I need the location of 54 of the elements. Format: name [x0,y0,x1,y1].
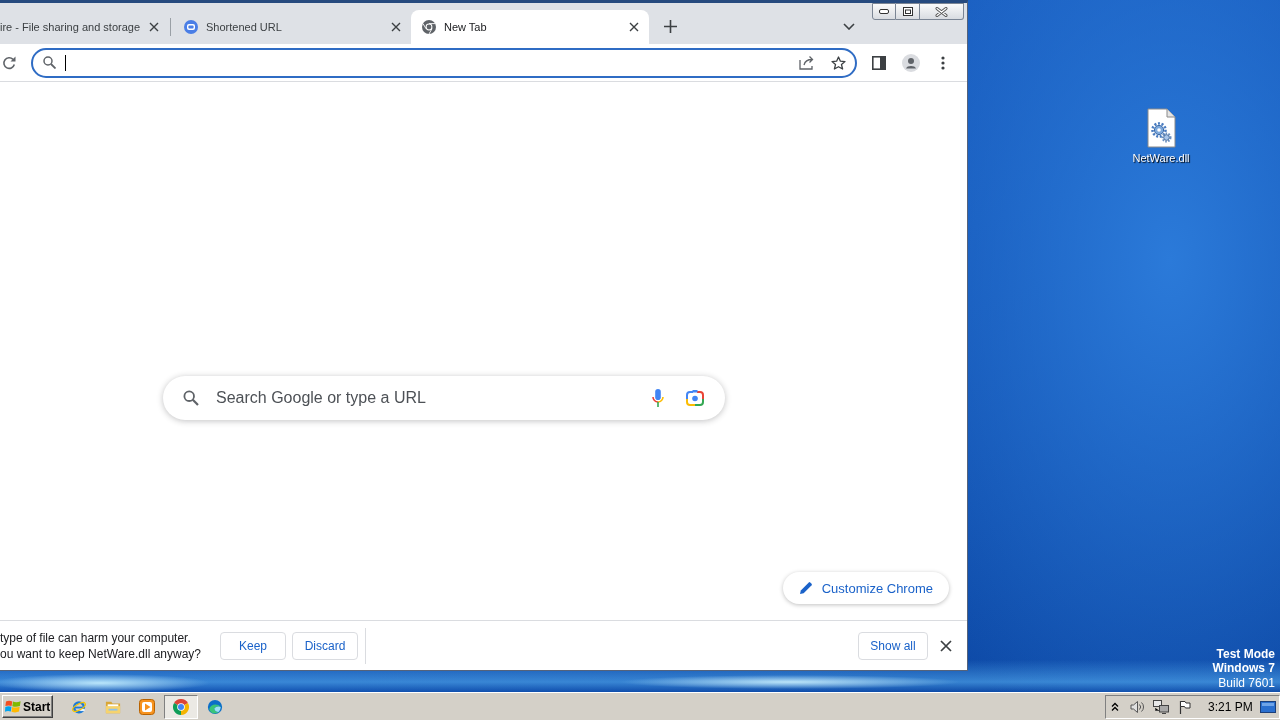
show-desktop-icon[interactable] [1260,700,1276,713]
discard-button[interactable]: Discard [292,631,358,660]
os-mode-text: Test Mode [1216,647,1275,661]
letter-e-icon [71,698,87,715]
microphone-icon[interactable] [652,389,664,407]
file-icon[interactable] [1145,108,1177,148]
taskbar-button[interactable] [164,694,198,719]
os-build-text: Build 7601 [1218,675,1275,691]
pencil-icon [798,581,813,595]
star-icon[interactable] [831,55,846,70]
browser-tab[interactable]: ire - File sharing and storage [0,10,168,44]
close-icon[interactable] [149,22,159,32]
chrome-icon [173,698,189,715]
flag-icon[interactable] [1179,699,1191,714]
show-all-button[interactable]: Show all [858,631,928,660]
share-icon[interactable] [799,55,815,70]
reload-icon[interactable] [2,55,16,70]
speaker-icon[interactable] [1130,699,1144,714]
minimize-button[interactable] [872,3,896,20]
desktop-icon-label[interactable]: NetWare.dll [1132,152,1190,164]
play-icon [139,698,155,715]
close-icon[interactable] [940,639,952,652]
profile-icon[interactable] [902,53,920,72]
network-icon[interactable] [1153,699,1169,714]
customize-chrome-button[interactable]: Customize Chrome [782,572,949,604]
start-button[interactable]: Start [2,695,53,718]
restore-button[interactable] [896,3,920,20]
close-icon[interactable] [391,22,401,32]
minimize-icon [879,9,889,14]
windows-logo-icon [5,699,21,714]
download-warning-text: type of file can harm your computer. ou want to keep NetWare.dll anyway? [0,629,202,662]
browser-tab[interactable]: New Tab [411,10,649,44]
close-button[interactable] [920,3,964,20]
text-cursor-icon [65,54,66,71]
keep-button[interactable]: Keep [220,631,286,660]
side-panel-icon[interactable] [872,55,886,70]
browser-tab[interactable]: Shortened URL [173,10,411,44]
swirl-icon [207,698,223,715]
search-icon [43,56,56,69]
restore-icon [902,7,913,16]
os-edition-text: Windows 7 [1212,661,1275,675]
chevron-up-icon[interactable] [1111,701,1119,712]
plus-icon[interactable] [664,20,677,33]
close-icon [935,6,948,17]
address-bar[interactable] [31,47,857,78]
search-box[interactable]: Search Google or type a URL [163,376,725,420]
clock[interactable]: 3:21 PM [1208,699,1253,714]
chrome-icon [422,20,436,34]
camera-icon[interactable] [686,390,704,406]
chevron-down-icon[interactable] [843,23,855,30]
close-icon[interactable] [629,22,639,32]
search-icon [183,390,199,406]
menu-icon[interactable] [941,55,945,70]
favicon-icon [184,20,198,34]
